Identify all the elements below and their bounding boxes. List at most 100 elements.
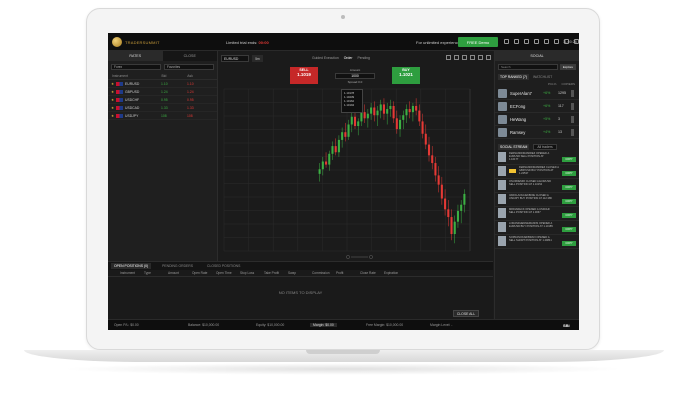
col-bid[interactable]: Bid <box>162 74 188 78</box>
fullscreen-icon[interactable] <box>554 39 559 44</box>
tab-open-positions[interactable]: OPEN POSITIONS (0) <box>111 263 152 269</box>
avatar[interactable] <box>498 236 506 246</box>
symbol-select[interactable]: EURUSD <box>221 55 249 62</box>
rate-bid[interactable]: 1.24 <box>161 90 187 94</box>
copy-button[interactable]: COPY <box>562 227 576 232</box>
notifications-icon[interactable] <box>504 39 509 44</box>
positions-column-header[interactable]: Take Profit <box>264 271 288 275</box>
trader-name[interactable]: Ramsey <box>510 130 540 135</box>
tab-social[interactable]: SOCIAL <box>495 51 579 61</box>
positions-column-header[interactable]: Amount <box>168 271 192 275</box>
rate-ask[interactable]: 1.10 <box>187 82 213 86</box>
avatar[interactable] <box>498 222 506 232</box>
positions-column-header[interactable]: Expiration <box>384 271 408 275</box>
trader-name[interactable]: ECFong <box>510 104 540 109</box>
social-stream-title: SOCIAL STREAM <box>498 143 530 150</box>
avatar[interactable] <box>498 180 506 190</box>
rate-instrument: EURUSD <box>125 81 140 86</box>
rates-row[interactable]: ★ USDJPY 108 108 <box>108 112 217 120</box>
tab-watchlist[interactable]: WATCHLIST <box>533 75 552 79</box>
stream-filter-select[interactable]: All traders <box>533 143 557 150</box>
tab-top-ranked[interactable]: TOP RANKED (7) <box>498 74 530 80</box>
col-instrument[interactable]: Instrument <box>112 74 162 78</box>
rate-ask[interactable]: 108 <box>187 114 213 118</box>
copy-button[interactable]: COPY <box>562 171 576 176</box>
timeframe-button[interactable]: 5m <box>252 55 263 62</box>
margin: Margin: $0.00 <box>310 323 337 327</box>
close-all-button[interactable]: CLOSE ALL <box>453 310 479 317</box>
avatar[interactable] <box>498 166 506 176</box>
candle-body <box>347 124 350 137</box>
free-demo-button[interactable]: FREE Demo <box>458 37 498 47</box>
rate-ask[interactable]: 1.33 <box>187 106 213 110</box>
news-icon[interactable] <box>534 39 539 44</box>
avatar[interactable] <box>498 194 506 204</box>
trader-menu-icon[interactable] <box>571 128 574 136</box>
positions-column-header[interactable]: Swap <box>288 271 312 275</box>
positions-column-header[interactable]: Profit <box>336 271 360 275</box>
positions-column-header[interactable]: Instrument <box>120 271 144 275</box>
trader-name[interactable]: HeWang <box>510 117 540 122</box>
tab-rates[interactable]: RATES <box>108 51 163 61</box>
copy-button[interactable]: COPY <box>562 213 576 218</box>
unlimited-text: For unlimited experience <box>416 40 460 45</box>
settings-icon[interactable] <box>524 39 529 44</box>
rate-bid[interactable]: 1.33 <box>161 106 187 110</box>
trader-row[interactable]: Ramsey +4% 13 <box>495 126 579 139</box>
avatar[interactable] <box>498 152 506 162</box>
copy-button[interactable]: COPY <box>562 185 576 190</box>
trader-row[interactable]: HeWang +5% 3 <box>495 113 579 126</box>
education-icon[interactable] <box>544 39 549 44</box>
crosshair-icon[interactable] <box>446 55 451 60</box>
indicators-icon[interactable] <box>454 55 459 60</box>
positions-column-header[interactable]: Close Rate <box>360 271 384 275</box>
rates-row[interactable]: ★ USDCHF 0.95 0.95 <box>108 96 217 104</box>
trader-row[interactable]: ECFong +6% 117 <box>495 100 579 113</box>
mode-guided[interactable]: Guided Execution <box>312 56 339 60</box>
rate-bid[interactable]: 1.10 <box>161 82 187 86</box>
amount-input[interactable]: 1000 <box>335 73 375 79</box>
positions-column-header[interactable]: Type <box>144 271 168 275</box>
copy-button[interactable]: COPY <box>562 199 576 204</box>
col-ask[interactable]: Ask <box>187 74 213 78</box>
social-stream: FERNANDORAMIREZ OPENED A EURUSD SELL POS… <box>495 151 579 249</box>
trader-menu-icon[interactable] <box>571 89 574 97</box>
trader-menu-icon[interactable] <box>571 102 574 110</box>
help-icon[interactable] <box>514 39 519 44</box>
rate-bid[interactable]: 108 <box>161 114 187 118</box>
rate-ask[interactable]: 1.24 <box>187 90 213 94</box>
trader-search-input[interactable]: Search <box>498 64 558 70</box>
mode-pending[interactable]: Pending <box>357 56 369 60</box>
social-panel: SOCIAL Search Explore TOP RANKED (7) WAT… <box>494 51 579 319</box>
draw-icon[interactable] <box>462 55 467 60</box>
explore-button[interactable]: Explore <box>560 64 576 70</box>
positions-column-header[interactable]: Open Rate <box>192 271 216 275</box>
chart-type-icon[interactable] <box>470 55 475 60</box>
positions-column-header[interactable]: Stop Loss <box>240 271 264 275</box>
tab-pending-orders[interactable]: PENDING ORDERS <box>159 263 196 269</box>
brand-logo-icon[interactable] <box>112 37 122 47</box>
tab-close[interactable]: CLOSE <box>162 51 217 61</box>
rates-row[interactable]: ★ USDCAD 1.33 1.33 <box>108 104 217 112</box>
sell-button[interactable]: SELL 1.1019 <box>290 67 318 84</box>
buy-button[interactable]: BUY 1.1021 <box>392 67 420 84</box>
favorites-select[interactable]: Favorites <box>164 64 214 70</box>
avatar[interactable] <box>498 208 506 218</box>
rates-row[interactable]: ★ GBPUSD 1.24 1.24 <box>108 88 217 96</box>
chart-settings-icon[interactable] <box>478 55 483 60</box>
chart-fullscreen-icon[interactable] <box>486 55 491 60</box>
copy-button[interactable]: COPY <box>562 157 576 162</box>
rates-row[interactable]: ★ EURUSD 1.10 1.10 <box>108 80 217 88</box>
rate-bid[interactable]: 0.95 <box>161 98 187 102</box>
rate-ask[interactable]: 0.95 <box>187 98 213 102</box>
mode-order[interactable]: Order <box>344 56 353 60</box>
tab-rates-label: RATES <box>129 54 142 58</box>
tab-closed-positions[interactable]: CLOSED POSITIONS <box>204 263 243 269</box>
positions-column-header[interactable]: Open Time <box>216 271 240 275</box>
trader-name[interactable]: SuperAlan7 <box>510 91 540 96</box>
category-select[interactable]: Forex <box>111 64 161 70</box>
trader-row[interactable]: SuperAlan7 +6% 1295 <box>495 87 579 100</box>
trader-menu-icon[interactable] <box>571 115 574 123</box>
copy-button[interactable]: COPY <box>562 241 576 246</box>
positions-column-header[interactable]: Commission <box>312 271 336 275</box>
